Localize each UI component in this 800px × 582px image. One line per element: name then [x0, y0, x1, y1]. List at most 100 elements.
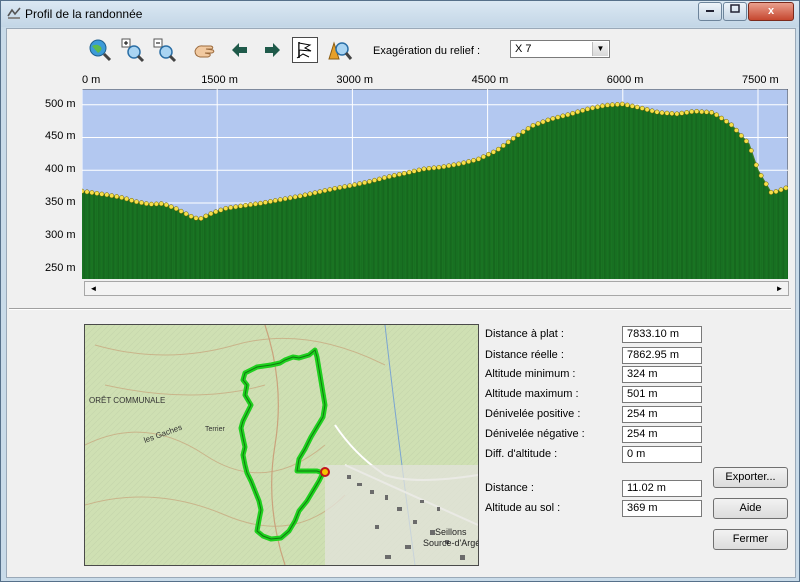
profile-point — [758, 173, 764, 179]
profile-point — [446, 163, 452, 169]
close-button[interactable]: Fermer — [713, 529, 788, 550]
pan-button[interactable] — [191, 37, 217, 63]
profile-point — [218, 207, 224, 213]
profile-search-button[interactable] — [327, 37, 353, 63]
zoom-in-button[interactable] — [119, 37, 145, 63]
profile-point — [510, 136, 516, 141]
profile-point — [595, 104, 601, 110]
horizontal-scrollbar[interactable]: ◄ ► — [84, 281, 789, 296]
export-button[interactable]: Exporter... — [713, 467, 788, 488]
profile-point — [763, 181, 769, 187]
profile-point — [337, 185, 343, 191]
profile-point — [461, 160, 467, 166]
map-label: Terrier — [205, 426, 226, 433]
profile-point — [282, 196, 288, 202]
y-tick-label: 400 m — [45, 163, 76, 176]
zoom-globe-button[interactable] — [87, 37, 113, 63]
profile-point — [719, 115, 724, 121]
profile-point — [540, 119, 546, 125]
profile-point — [99, 191, 105, 197]
profile-point — [262, 199, 268, 205]
profile-point — [124, 196, 130, 202]
exaggeration-value: X 7 — [515, 43, 532, 55]
profile-point — [495, 146, 501, 152]
profile-point — [322, 188, 328, 194]
profile-point — [525, 126, 531, 132]
profile-point — [287, 195, 293, 201]
x-tick-label: 0 m — [82, 74, 101, 86]
profile-point — [193, 215, 199, 221]
profile-point — [535, 121, 541, 127]
profile-point — [669, 111, 675, 116]
zoom-out-button[interactable] — [151, 37, 177, 63]
window-title: Profil de la randonnée — [25, 7, 143, 21]
y-tick-label: 500 m — [45, 97, 76, 110]
profile-point — [634, 104, 640, 110]
maximize-button[interactable] — [723, 2, 747, 21]
profile-point — [654, 109, 660, 115]
profile-point — [768, 189, 774, 195]
profile-point — [441, 164, 447, 170]
chevron-down-icon[interactable]: ▼ — [592, 42, 608, 56]
scroll-left-icon[interactable]: ◄ — [86, 282, 101, 295]
profile-point — [466, 159, 472, 165]
profile-point — [391, 173, 397, 178]
profile-point — [367, 179, 372, 185]
stat-value: 254 m — [622, 426, 702, 443]
flag-button[interactable] — [292, 37, 318, 63]
profile-point — [664, 110, 670, 116]
help-button[interactable]: Aide — [713, 498, 788, 519]
profile-point — [82, 188, 85, 194]
profile-point — [406, 169, 412, 175]
profile-point — [396, 171, 402, 177]
minimize-button[interactable] — [698, 2, 722, 21]
profile-point — [277, 197, 283, 203]
profile-point — [411, 168, 417, 174]
profile-point — [609, 102, 615, 108]
maximize-icon — [730, 4, 740, 13]
profile-point — [728, 122, 734, 128]
profile-point — [134, 199, 139, 205]
next-button[interactable] — [259, 37, 285, 63]
title-bar[interactable]: Profil de la randonnée x — [1, 1, 799, 27]
stat-label: Dénivelée négative : — [485, 428, 585, 440]
profile-point — [585, 106, 591, 112]
stat-value: 501 m — [622, 386, 702, 403]
zoom-in-icon — [121, 38, 145, 63]
profile-point — [491, 149, 496, 155]
profile-point — [644, 107, 650, 113]
exaggeration-select[interactable]: X 7 ▼ — [510, 40, 610, 58]
dialog-body: Exagération du relief : X 7 ▼ 0 m 1500 m 3… — [6, 28, 796, 578]
profile-point — [545, 117, 551, 123]
profile-point — [104, 192, 110, 198]
scroll-right-icon[interactable]: ► — [772, 282, 787, 295]
profile-point — [421, 166, 427, 172]
profile-point — [694, 108, 700, 114]
profile-point — [614, 102, 620, 107]
profile-point — [297, 193, 303, 199]
x-tick-label: 3000 m — [336, 74, 374, 86]
profile-point — [733, 127, 739, 133]
previous-button[interactable] — [227, 37, 253, 63]
profile-point — [476, 156, 482, 162]
profile-point — [94, 190, 100, 196]
profile-point — [486, 151, 491, 157]
trail-map[interactable]: ORÊT COMMUNALE les Gaches Terrier Seillo… — [84, 324, 479, 566]
profile-point — [778, 187, 784, 193]
arrow-left-icon — [232, 43, 247, 57]
profile-point — [530, 123, 536, 128]
profile-point — [362, 180, 368, 186]
y-tick-label: 350 m — [45, 196, 76, 208]
profile-point — [376, 176, 382, 182]
elevation-profile-chart[interactable] — [82, 89, 788, 279]
profile-window: Profil de la randonnée x Exagération du … — [0, 0, 800, 582]
profile-point — [436, 164, 442, 170]
profile-search-icon — [328, 41, 353, 60]
profile-point — [451, 162, 457, 168]
close-window-button[interactable]: x — [748, 2, 794, 21]
profile-point — [605, 102, 610, 108]
profile-point — [555, 114, 561, 120]
topographic-map: ORÊT COMMUNALE les Gaches Terrier Seillo… — [85, 325, 478, 565]
cursor-distance-value: 11.02 m — [622, 480, 702, 497]
profile-point — [456, 161, 462, 167]
